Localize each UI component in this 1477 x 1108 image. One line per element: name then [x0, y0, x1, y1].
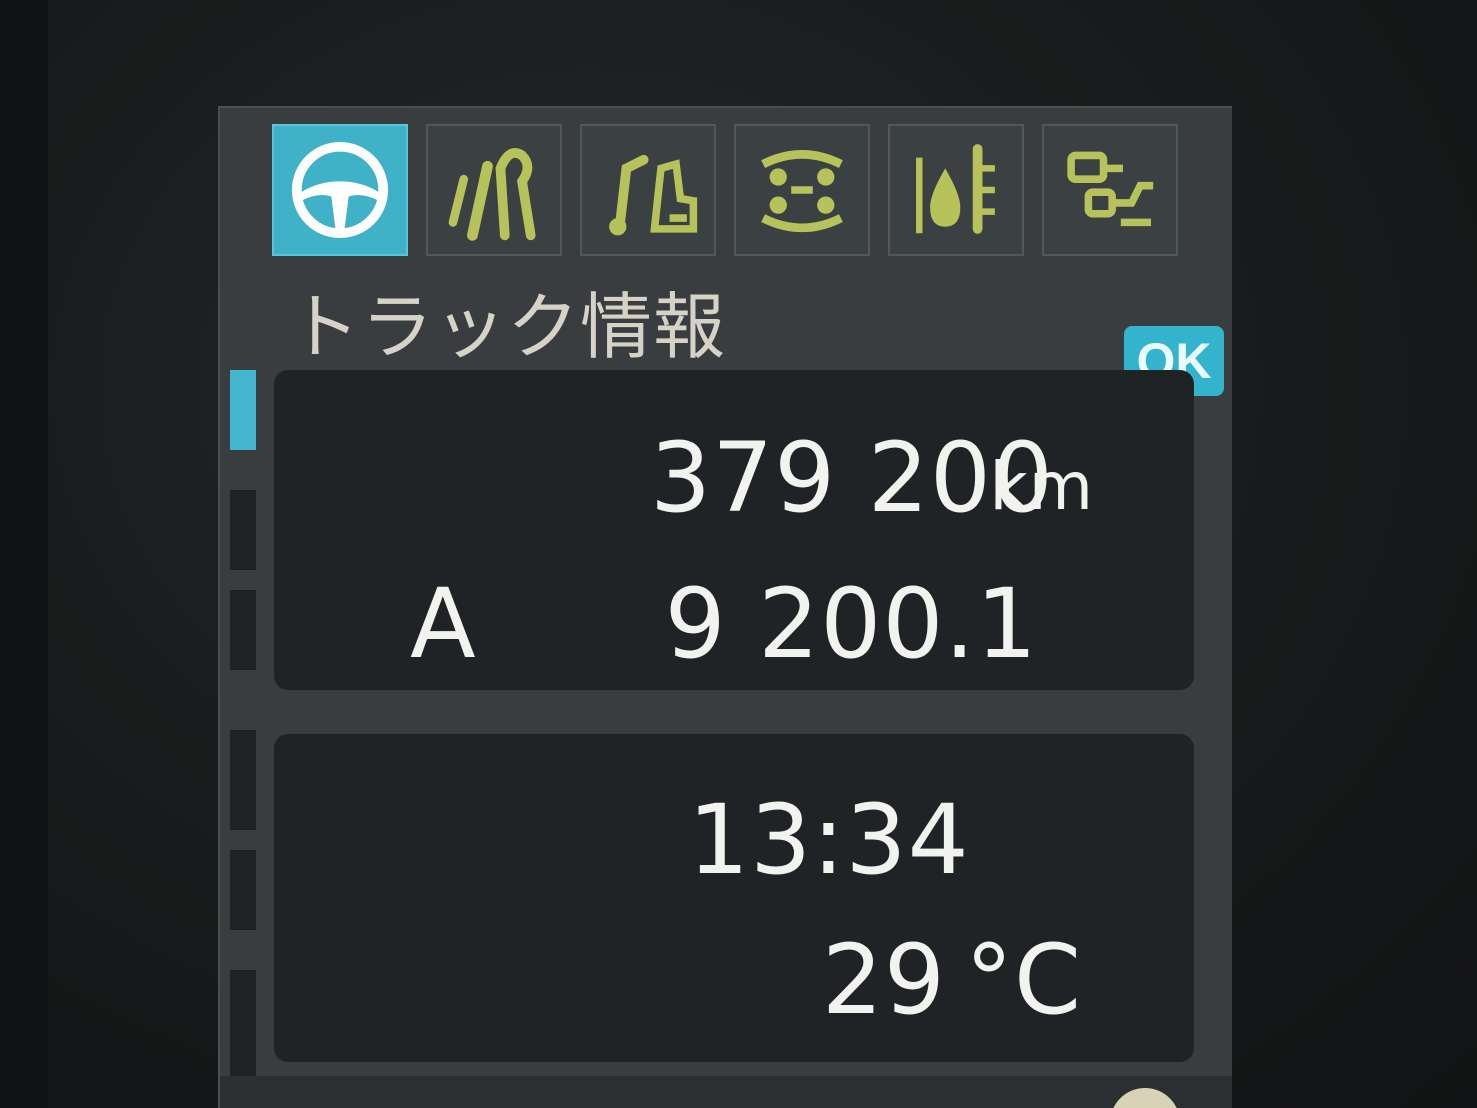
tab-music[interactable]: [580, 124, 716, 256]
trip-meter-value: 9 200.1: [664, 568, 1038, 680]
lower-tab-strip: [220, 1076, 1232, 1108]
screen-title: トラック情報: [288, 285, 727, 369]
tab-settings[interactable]: [1042, 124, 1178, 256]
tab-steering-wheel[interactable]: [272, 124, 408, 256]
road-lane-icon: [448, 148, 536, 241]
cluster-display: トラック情報 OK 379 200 km A 9 200.1 13:34 29 …: [218, 106, 1232, 1108]
scroll-segment: [230, 970, 256, 1090]
bezel-left-edge: [0, 0, 48, 1108]
tab-vehicle-status[interactable]: [734, 124, 870, 256]
scroll-segment: [230, 590, 256, 670]
scroll-segment: [230, 490, 256, 570]
music-note-icon: [609, 154, 698, 236]
clock-temperature-panel: 13:34 29 °C: [274, 734, 1194, 1062]
fluid-level-icon: [916, 144, 995, 234]
trip-panel: 379 200 km A 9 200.1: [274, 370, 1194, 690]
scrollbar[interactable]: [230, 370, 256, 1108]
tab-road-lane[interactable]: [426, 124, 562, 256]
clock-time: 13:34: [688, 784, 970, 896]
steering-wheel-icon: [291, 141, 389, 239]
trip-meter-label: A: [410, 568, 477, 680]
settings-sliders-icon: [1067, 151, 1154, 227]
temperature-unit: °C: [964, 924, 1082, 1036]
vehicle-top-view-icon: [761, 150, 843, 233]
scroll-segment: [230, 850, 256, 930]
outside-temperature-value: 29: [821, 924, 946, 1036]
odometer-unit: km: [989, 448, 1094, 525]
scroll-thumb[interactable]: [230, 370, 256, 450]
scroll-segment: [230, 730, 256, 830]
tab-fluids[interactable]: [888, 124, 1024, 256]
